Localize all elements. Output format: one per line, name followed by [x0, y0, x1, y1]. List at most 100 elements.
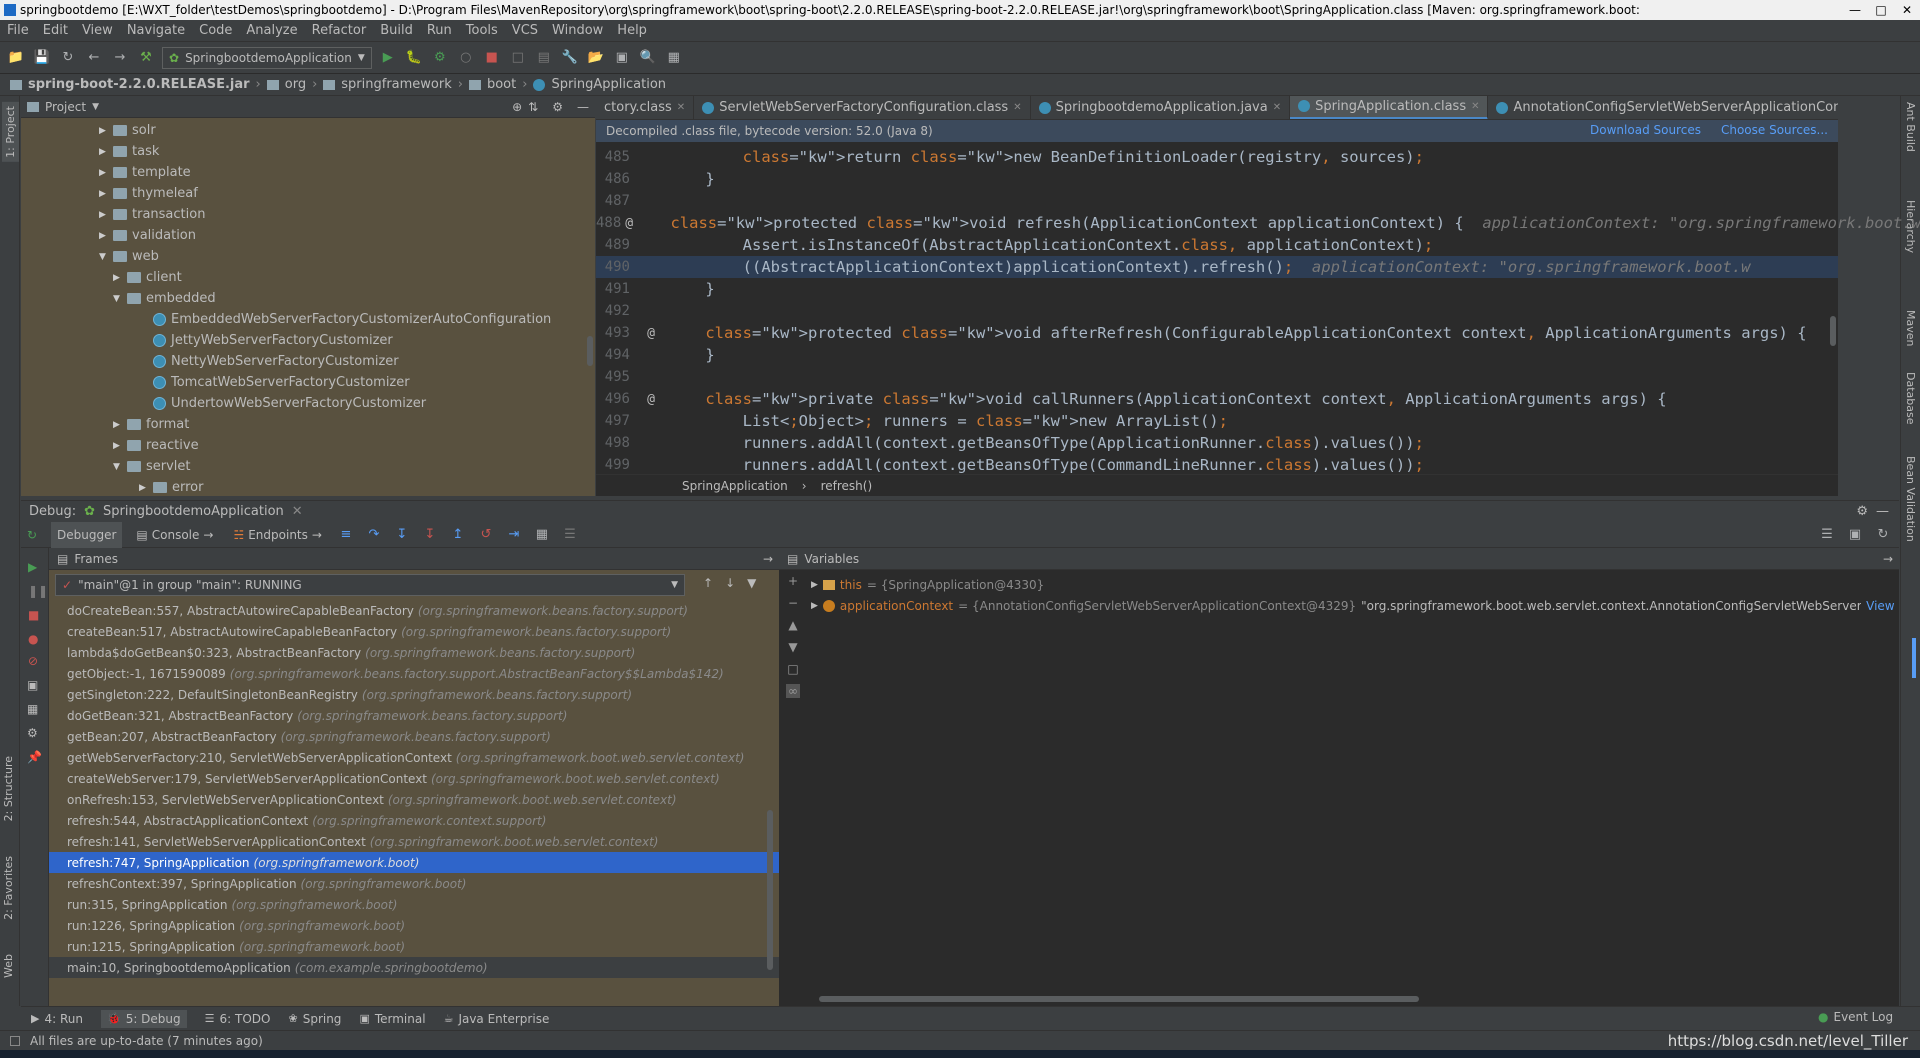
code-line[interactable]: 496 @ class="kw">private class="kw">void …	[596, 388, 1838, 410]
view-breakpoints-icon[interactable]: ●	[28, 632, 38, 646]
resume-icon[interactable]: ▶	[28, 560, 37, 574]
previous-frame-icon[interactable]: ↑	[703, 576, 713, 590]
step-out-icon[interactable]: ↥	[448, 525, 468, 545]
tab-debugger[interactable]: Debugger	[51, 521, 123, 548]
profile-icon[interactable]: ○	[456, 48, 476, 68]
line-number[interactable]: 493	[596, 325, 634, 341]
variable-row[interactable]: ▶ this = {SpringApplication@4330}	[779, 574, 1899, 595]
pin-icon[interactable]: 📌	[27, 750, 42, 764]
bottom-tab[interactable]: ☰ 6: TODO	[205, 1012, 271, 1026]
wrench-icon[interactable]: 🔧	[560, 48, 580, 68]
favorites-tool-tab[interactable]: 2: Favorites	[2, 856, 15, 920]
line-number[interactable]: 489	[596, 237, 634, 253]
chevron-right-icon[interactable]: ▶	[113, 441, 123, 451]
project-scrollbar[interactable]	[587, 336, 593, 366]
copy-icon[interactable]: □	[787, 662, 798, 676]
hide-icon[interactable]: —	[1876, 504, 1889, 519]
chevron-down-icon[interactable]: ▼	[113, 462, 123, 472]
chevron-right-icon[interactable]: ▶	[99, 210, 109, 220]
code-line[interactable]: 491 }	[596, 278, 1838, 300]
stack-frame[interactable]: getSingleton:222, DefaultSingletonBeanRe…	[49, 684, 779, 705]
code-line[interactable]: 486 }	[596, 168, 1838, 190]
restore-layout-icon[interactable]: ↻	[1873, 525, 1893, 545]
menu-analyze[interactable]: Analyze	[239, 23, 304, 38]
tree-item[interactable]: ▼ embedded	[21, 288, 581, 309]
stack-frame[interactable]: refresh:141, ServletWebServerApplication…	[49, 831, 779, 852]
gutter-override-icon[interactable]: @	[634, 326, 668, 341]
show-execution-point-icon[interactable]: ≡	[336, 525, 356, 545]
menu-view[interactable]: View	[75, 23, 120, 38]
chevron-down-icon[interactable]: ▼	[99, 252, 109, 262]
close-icon[interactable]: ✕	[1894, 0, 1920, 20]
stack-frame[interactable]: createBean:517, AbstractAutowireCapableB…	[49, 621, 779, 642]
bottom-tab[interactable]: ▣ Terminal	[359, 1012, 425, 1026]
minimize-icon[interactable]: —	[1842, 0, 1868, 20]
stack-frame[interactable]: getWebServerFactory:210, ServletWebServe…	[49, 747, 779, 768]
save-icon[interactable]: 💾	[32, 48, 52, 68]
stack-frame[interactable]: run:1226, SpringApplication (org.springfr…	[49, 915, 779, 936]
menu-build[interactable]: Build	[373, 23, 420, 38]
camera-icon[interactable]: ▣	[27, 678, 38, 692]
coverage-icon[interactable]: ⚙	[430, 48, 450, 68]
structure-tool-tab[interactable]: 2: Structure	[2, 756, 15, 821]
line-number[interactable]: 498	[596, 435, 634, 451]
maximize-icon[interactable]: □	[1868, 0, 1894, 20]
editor-tab[interactable]: ServletWebServerFactoryConfiguration.cla…	[694, 96, 1031, 119]
ant-build-tool-tab[interactable]: Ant Build	[1904, 102, 1917, 152]
close-icon[interactable]: ✕	[1273, 102, 1281, 113]
menu-vcs[interactable]: VCS	[505, 23, 545, 38]
back-icon[interactable]: ←	[84, 48, 104, 68]
run-icon[interactable]: ▶	[378, 48, 398, 68]
code-line[interactable]: 499 runners.addAll(context.getBeansOfTyp…	[596, 454, 1838, 476]
line-number[interactable]: 490	[596, 259, 634, 275]
pause-icon[interactable]: ❚❚	[28, 584, 48, 598]
editor-tab[interactable]: ctory.class ✕	[596, 96, 695, 119]
chevron-right-icon[interactable]: ▶	[811, 601, 818, 611]
chevron-down-icon[interactable]: ▼	[113, 294, 123, 304]
menu-code[interactable]: Code	[192, 23, 239, 38]
open-folder-icon[interactable]: 📁	[6, 48, 26, 68]
chevron-right-icon[interactable]: ▶	[99, 189, 109, 199]
glasses-icon[interactable]: ∞	[786, 684, 800, 698]
attach-icon[interactable]: □	[508, 48, 528, 68]
line-number[interactable]: 499	[596, 457, 634, 473]
line-number[interactable]: 488	[596, 215, 625, 231]
stop-icon[interactable]: ■	[482, 48, 502, 68]
breadcrumb-item[interactable]: springframework	[341, 77, 451, 92]
stack-frame[interactable]: createWebServer:179, ServletWebServerApp…	[49, 768, 779, 789]
hide-icon[interactable]: —	[577, 100, 589, 114]
gutter-override-icon[interactable]: @	[634, 392, 668, 407]
menu-edit[interactable]: Edit	[36, 23, 75, 38]
tree-item[interactable]: ▶ solr	[21, 120, 581, 141]
line-number[interactable]: 497	[596, 413, 634, 429]
tree-item[interactable]: ▶ template	[21, 162, 581, 183]
chevron-right-icon[interactable]: ▶	[99, 126, 109, 136]
chevron-right-icon[interactable]: ▶	[99, 231, 109, 241]
breadcrumb-item[interactable]: org	[285, 77, 306, 92]
step-over-icon[interactable]: ↷	[364, 525, 384, 545]
tree-item[interactable]: ▶ transaction	[21, 204, 581, 225]
tree-item[interactable]: ▶ task	[21, 141, 581, 162]
forward-icon[interactable]: →	[110, 48, 130, 68]
line-number[interactable]: 496	[596, 391, 634, 407]
tree-item[interactable]: ▶ validation	[21, 225, 581, 246]
event-log-button[interactable]: ● Event Log	[1818, 1010, 1893, 1024]
close-icon[interactable]: ✕	[1471, 101, 1479, 112]
force-step-into-icon[interactable]: ↧	[420, 525, 440, 545]
gutter-override-icon[interactable]: @	[625, 216, 633, 231]
tab-console[interactable]: ▤ Console →	[130, 522, 219, 548]
stack-frame[interactable]: refreshContext:397, SpringApplication (or…	[49, 873, 779, 894]
code-line[interactable]: 487	[596, 190, 1838, 212]
next-frame-icon[interactable]: ↓	[725, 576, 735, 590]
layout-icon[interactable]: ▣	[1845, 525, 1865, 545]
chevron-right-icon[interactable]: ▶	[113, 273, 123, 283]
editor-tab[interactable]: AnnotationConfigServletWebServerApplicat…	[1488, 96, 1838, 119]
tree-item[interactable]: ▶ format	[21, 414, 581, 435]
rerun-icon[interactable]: ↻	[27, 528, 37, 542]
line-number[interactable]: 491	[596, 281, 634, 297]
trace-icon[interactable]: ☰	[560, 525, 580, 545]
stack-frame[interactable]: doGetBean:321, AbstractBeanFactory (org.s…	[49, 705, 779, 726]
menu-navigate[interactable]: Navigate	[120, 23, 192, 38]
move-down-icon[interactable]: ▼	[788, 640, 797, 654]
stack-frame[interactable]: doCreateBean:557, AbstractAutowireCapabl…	[49, 600, 779, 621]
